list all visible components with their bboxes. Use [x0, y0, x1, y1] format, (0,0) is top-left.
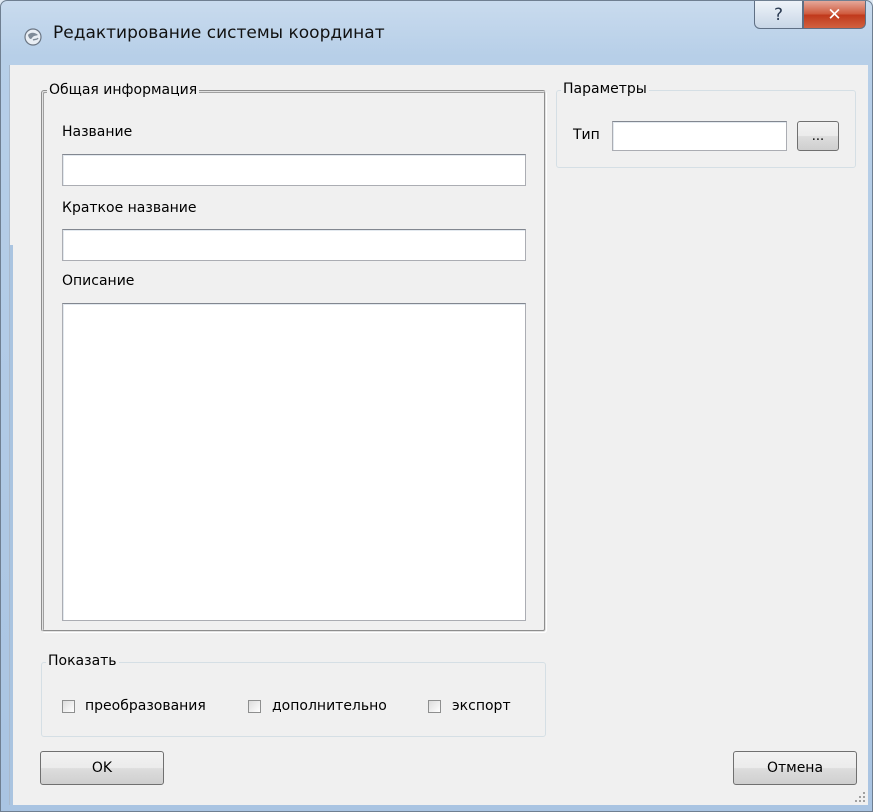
app-icon: [24, 28, 42, 46]
general-info-legend: Общая информация: [47, 82, 200, 98]
name-input[interactable]: [62, 154, 526, 186]
resize-grip-icon[interactable]: [854, 791, 866, 803]
close-button[interactable]: ✕: [803, 1, 866, 29]
additional-checkbox[interactable]: [248, 700, 261, 713]
ok-button[interactable]: OK: [40, 751, 164, 785]
cancel-button[interactable]: Отмена: [733, 751, 857, 785]
browse-type-button[interactable]: ...: [797, 121, 839, 151]
description-textarea[interactable]: [62, 303, 526, 621]
export-checkbox[interactable]: [428, 700, 441, 713]
transformations-label[interactable]: преобразования: [85, 698, 206, 714]
left-edge-accent: [10, 245, 13, 805]
short-name-input[interactable]: [62, 229, 526, 261]
close-icon: ✕: [827, 4, 842, 25]
show-options-legend: Показать: [46, 653, 119, 669]
export-label[interactable]: экспорт: [452, 698, 511, 714]
type-label: Тип: [573, 127, 600, 143]
help-button[interactable]: ?: [754, 1, 803, 29]
type-input[interactable]: [612, 121, 787, 151]
dialog-client-area: Общая информация Название Краткое назван…: [9, 65, 868, 805]
transformations-checkbox[interactable]: [62, 700, 75, 713]
additional-label[interactable]: дополнительно: [272, 698, 387, 714]
short-name-label: Краткое название: [62, 200, 197, 216]
description-label: Описание: [62, 273, 135, 289]
window-title: Редактирование системы координат: [53, 23, 385, 43]
help-icon: ?: [773, 4, 784, 25]
dialog-window: Редактирование системы координат ? ✕ Общ…: [0, 0, 873, 812]
title-bar[interactable]: Редактирование системы координат ? ✕: [1, 1, 872, 65]
parameters-legend: Параметры: [561, 81, 649, 97]
name-label: Название: [62, 124, 133, 140]
